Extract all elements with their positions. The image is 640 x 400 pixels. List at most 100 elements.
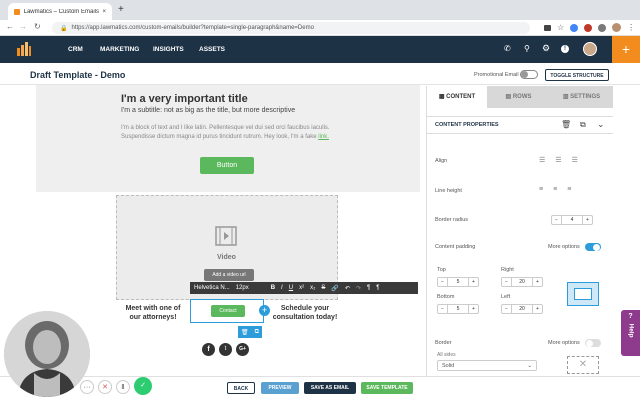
align-center-icon[interactable]: ☰ — [555, 156, 561, 164]
reload-icon[interactable]: ↻ — [34, 22, 41, 31]
right-column-text[interactable]: Schedule your consultation today! — [272, 304, 338, 322]
nav-assets[interactable]: ASSETS — [199, 46, 225, 53]
user-avatar[interactable] — [583, 42, 597, 56]
left-column-text[interactable]: Meet with one of our attorneys! — [120, 304, 186, 322]
duplicate-icon[interactable]: ⧉ — [580, 120, 586, 130]
undo-icon[interactable]: ↶ — [345, 285, 350, 292]
preview-button[interactable]: PREVIEW — [261, 382, 299, 394]
padding-top-value[interactable]: 5 — [447, 278, 469, 286]
email-button[interactable]: Button — [200, 157, 254, 174]
line-height-compact-icon[interactable]: ≡ — [539, 186, 543, 193]
address-bar[interactable]: 🔒 https://app.lawmatics.com/custom-email… — [52, 22, 530, 34]
email-title[interactable]: I'm a very important title — [121, 93, 248, 105]
increment-icon[interactable]: + — [533, 278, 542, 286]
back-arrow-icon[interactable]: ← — [6, 22, 14, 31]
font-family-select[interactable]: Helvetica N... — [194, 285, 230, 291]
gear-icon[interactable]: ⚙ — [542, 43, 550, 54]
email-hero-block[interactable]: I'm a very important title I'm a subtitl… — [36, 85, 420, 192]
delete-icon[interactable]: 🗑 — [561, 120, 571, 129]
strikethrough-icon[interactable]: S — [321, 285, 325, 291]
search-icon[interactable]: ⚲ — [524, 44, 530, 53]
check-icon[interactable]: ✓ — [134, 377, 152, 395]
decrement-icon[interactable]: − — [502, 278, 511, 286]
line-height-loose-icon[interactable]: ≡ — [567, 186, 571, 193]
browser-tab[interactable]: Lawmatics – Custom Emails – B × — [8, 3, 112, 20]
text-direction-icon[interactable]: ¶ — [367, 285, 370, 291]
end-call-icon[interactable]: ✕ — [98, 380, 112, 394]
webcam-avatar[interactable] — [4, 311, 90, 397]
border-radius-stepper[interactable]: −4 + — [551, 215, 593, 225]
decrement-icon[interactable]: − — [552, 216, 561, 224]
tab-rows[interactable]: ▤ ROWS — [487, 86, 550, 108]
profile-avatar[interactable] — [612, 23, 622, 32]
increment-icon[interactable]: + — [583, 216, 592, 224]
padding-bottom-value[interactable]: 5 — [447, 305, 469, 313]
tab-settings[interactable]: ▥ SETTINGS — [550, 86, 613, 108]
duplicate-block-icon[interactable]: ⧉ — [255, 329, 259, 336]
padding-bottom-stepper[interactable]: −5 + — [437, 304, 479, 314]
twitter-icon[interactable]: t — [219, 343, 232, 356]
padding-right-value[interactable]: 20 — [511, 278, 533, 286]
tab-content[interactable]: ▦ CONTENT — [427, 86, 487, 108]
border-style-select[interactable]: Solid ⌄ — [437, 360, 537, 371]
help-tab[interactable]: ? Help — [621, 310, 640, 356]
collapse-chevron-icon[interactable]: ⌄ — [597, 119, 605, 130]
fake-link[interactable]: link. — [318, 134, 329, 140]
decrement-icon[interactable]: − — [438, 305, 447, 313]
save-as-email-button[interactable]: SAVE AS EMAIL — [304, 382, 356, 394]
align-right-icon[interactable]: ☰ — [572, 156, 578, 164]
border-toggle[interactable] — [585, 339, 601, 347]
increment-icon[interactable]: + — [533, 305, 542, 313]
redo-icon[interactable]: ↷ — [356, 285, 361, 292]
padding-left-stepper[interactable]: −20 + — [501, 304, 543, 314]
nav-crm[interactable]: CRM — [68, 46, 83, 53]
link-icon[interactable]: 🔗 — [331, 285, 338, 292]
subscript-icon[interactable]: x₂ — [310, 285, 315, 291]
padding-left-value[interactable]: 20 — [511, 305, 533, 313]
superscript-icon[interactable]: x² — [299, 285, 304, 291]
decrement-icon[interactable]: − — [502, 305, 511, 313]
lawmatics-logo-icon[interactable] — [16, 42, 32, 56]
promotional-email-toggle[interactable] — [520, 70, 538, 79]
toggle-structure-button[interactable]: TOGGLE STRUCTURE — [545, 69, 609, 81]
increment-icon[interactable]: + — [469, 305, 478, 313]
forward-arrow-icon[interactable]: → — [19, 22, 27, 31]
more-options-icon[interactable]: ··· — [80, 380, 94, 394]
email-body-text[interactable]: I'm a block of text and I like latin. Pe… — [121, 124, 341, 142]
italic-icon[interactable]: I — [281, 285, 283, 291]
line-height-normal-icon[interactable]: ≡ — [553, 186, 557, 193]
info-icon[interactable]: ! — [561, 45, 569, 53]
google-plus-icon[interactable]: G+ — [236, 343, 249, 356]
paragraph-icon[interactable]: ¶ — [376, 285, 379, 291]
new-tab-icon[interactable]: + — [118, 4, 124, 15]
tab-close-icon[interactable]: × — [102, 9, 106, 15]
pause-icon[interactable]: Ⅱ — [116, 380, 130, 394]
delete-block-icon[interactable]: 🗑 — [241, 329, 249, 336]
star-icon[interactable]: ☆ — [557, 23, 564, 32]
padding-top-stepper[interactable]: −5 + — [437, 277, 479, 287]
underline-icon[interactable]: U — [289, 285, 293, 291]
nav-insights[interactable]: INSIGHTS — [153, 46, 184, 53]
save-template-button[interactable]: SAVE TEMPLATE — [361, 382, 413, 394]
back-button[interactable]: BACK — [227, 382, 255, 394]
border-radius-value[interactable]: 4 — [561, 216, 583, 224]
quick-add-button[interactable]: + — [612, 36, 640, 63]
contact-button[interactable]: Contact — [211, 305, 245, 317]
cta-column[interactable]: Contact — [190, 299, 264, 323]
extension-icon[interactable] — [570, 23, 579, 32]
more-menu-icon[interactable]: ⋮ — [627, 23, 635, 32]
facebook-icon[interactable]: f — [202, 343, 215, 356]
cast-icon[interactable] — [544, 24, 551, 31]
email-subtitle[interactable]: I'm a subtitle: not as big as the title,… — [121, 107, 295, 114]
bold-icon[interactable]: B — [271, 285, 275, 291]
align-left-icon[interactable]: ☰ — [539, 156, 545, 164]
content-padding-toggle[interactable] — [585, 243, 601, 251]
extension-icon[interactable] — [598, 23, 607, 32]
extension-icon[interactable] — [584, 23, 593, 32]
padding-right-stepper[interactable]: −20 + — [501, 277, 543, 287]
phone-icon[interactable]: ✆ — [504, 44, 511, 53]
add-block-icon[interactable]: + — [259, 305, 270, 316]
increment-icon[interactable]: + — [469, 278, 478, 286]
decrement-icon[interactable]: − — [438, 278, 447, 286]
font-size-select[interactable]: 12px — [236, 285, 249, 291]
